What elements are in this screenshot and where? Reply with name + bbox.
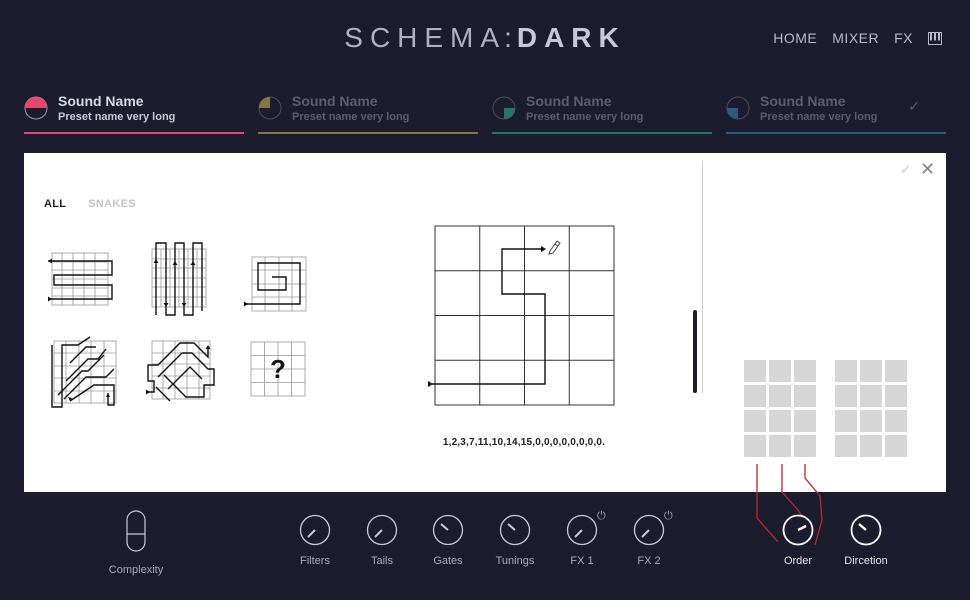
top-bar: SCHEMA:DARK HOME MIXER FX [0, 0, 970, 75]
pattern-filters: ALL SNAKES [44, 198, 136, 210]
close-icon[interactable]: ✕ [920, 159, 935, 180]
pattern-spiral[interactable] [242, 253, 308, 315]
pie-icon [258, 96, 282, 120]
sound-slot-1[interactable]: Sound Name Preset name very long [24, 88, 244, 134]
pattern-editor-grid[interactable] [424, 218, 624, 418]
logo-light: SCHEMA [344, 22, 507, 53]
pie-icon [24, 96, 48, 120]
knob-label: Dircetion [844, 555, 888, 567]
pad[interactable] [860, 410, 882, 432]
fx1-power-icon[interactable]: ⏻ [597, 510, 606, 523]
pad[interactable] [744, 360, 766, 382]
tails-knob[interactable] [366, 514, 398, 546]
slot-preset: Preset name very long [292, 111, 410, 123]
pattern-panel: ALL SNAKES ? 1,2,3,7,11,10,14,15,0,0,0,0… [24, 153, 946, 492]
sound-slot-2[interactable]: Sound Name Preset name very long [258, 88, 478, 134]
random-symbol: ? [270, 354, 286, 384]
slot-underline [258, 132, 478, 134]
pad[interactable] [744, 385, 766, 407]
pad[interactable] [835, 410, 857, 432]
sound-slots: Sound Name Preset name very long Sound N… [24, 88, 946, 136]
pad[interactable] [860, 385, 882, 407]
pad[interactable] [860, 360, 882, 382]
piano-keys-icon[interactable] [928, 31, 942, 45]
pad[interactable] [794, 410, 816, 432]
controls-bar: Complexity Filters Tails Gates Tunings F… [0, 492, 970, 600]
pad[interactable] [885, 385, 907, 407]
gates-knob[interactable] [432, 514, 464, 546]
slot-preset: Preset name very long [760, 111, 878, 123]
nav-home[interactable]: HOME [773, 30, 817, 46]
order-knob[interactable] [782, 514, 814, 546]
pad-grid-right [835, 360, 907, 457]
pad[interactable] [744, 435, 766, 457]
filter-snakes[interactable]: SNAKES [88, 198, 136, 210]
pad[interactable] [769, 360, 791, 382]
panel-divider [702, 161, 703, 393]
pad[interactable] [835, 385, 857, 407]
pie-icon [726, 96, 750, 120]
slot-preset: Preset name very long [58, 111, 176, 123]
pad[interactable] [794, 435, 816, 457]
pie-icon [492, 96, 516, 120]
pattern-cross-diagonal[interactable] [144, 337, 216, 403]
pad[interactable] [794, 360, 816, 382]
pad[interactable] [885, 435, 907, 457]
filter-all[interactable]: ALL [44, 198, 66, 210]
pad[interactable] [835, 360, 857, 382]
slot-underline [726, 132, 946, 134]
filters-knob[interactable] [299, 514, 331, 546]
tunings-knob[interactable] [499, 514, 531, 546]
nav-fx[interactable]: FX [894, 30, 913, 46]
fx2-power-icon[interactable]: ⏻ [664, 510, 673, 523]
pad[interactable] [769, 435, 791, 457]
nav-mixer[interactable]: MIXER [832, 30, 879, 46]
fx1-knob[interactable] [566, 514, 598, 546]
slot-name: Sound Name [292, 93, 378, 109]
confirm-icon[interactable]: ✓ [900, 161, 912, 178]
slot-underline [24, 132, 244, 134]
logo-bold: DARK [516, 22, 626, 53]
pad[interactable] [860, 435, 882, 457]
pattern-vertical-snake[interactable] [148, 241, 210, 319]
knob-label: FX 2 [637, 555, 661, 567]
knob-fx2: FX 2 [609, 514, 689, 567]
pad[interactable] [835, 435, 857, 457]
slot-name: Sound Name [526, 93, 612, 109]
pencil-icon[interactable] [548, 240, 561, 255]
pattern-diagonal[interactable] [48, 335, 120, 411]
sound-slot-3[interactable]: Sound Name Preset name very long [492, 88, 712, 134]
knob-direction: Dircetion [826, 514, 906, 567]
complexity-label: Complexity [108, 564, 164, 576]
complexity-control: Complexity [100, 510, 172, 576]
check-icon[interactable]: ✓ [908, 98, 920, 115]
main-nav: HOME MIXER FX [773, 30, 942, 46]
slot-name: Sound Name [58, 93, 144, 109]
sequence-text: 1,2,3,7,11,10,14,15,0,0,0,0,0,0,0,0. [442, 437, 606, 448]
pattern-horizontal-snake[interactable] [46, 249, 118, 309]
sound-slot-4[interactable]: Sound Name Preset name very long ✓ [726, 88, 946, 134]
scrollbar-thumb[interactable] [693, 310, 697, 393]
pad[interactable] [769, 410, 791, 432]
pad[interactable] [794, 385, 816, 407]
pad[interactable] [744, 410, 766, 432]
pattern-random[interactable]: ? [250, 341, 306, 397]
pad-grid-left [744, 360, 816, 457]
pad[interactable] [885, 410, 907, 432]
fx2-knob[interactable] [633, 514, 665, 546]
slot-preset: Preset name very long [526, 111, 644, 123]
pad[interactable] [769, 385, 791, 407]
slot-underline [492, 132, 712, 134]
direction-knob[interactable] [850, 514, 882, 546]
pad[interactable] [885, 360, 907, 382]
slot-name: Sound Name [760, 93, 846, 109]
complexity-slider[interactable] [126, 510, 146, 552]
